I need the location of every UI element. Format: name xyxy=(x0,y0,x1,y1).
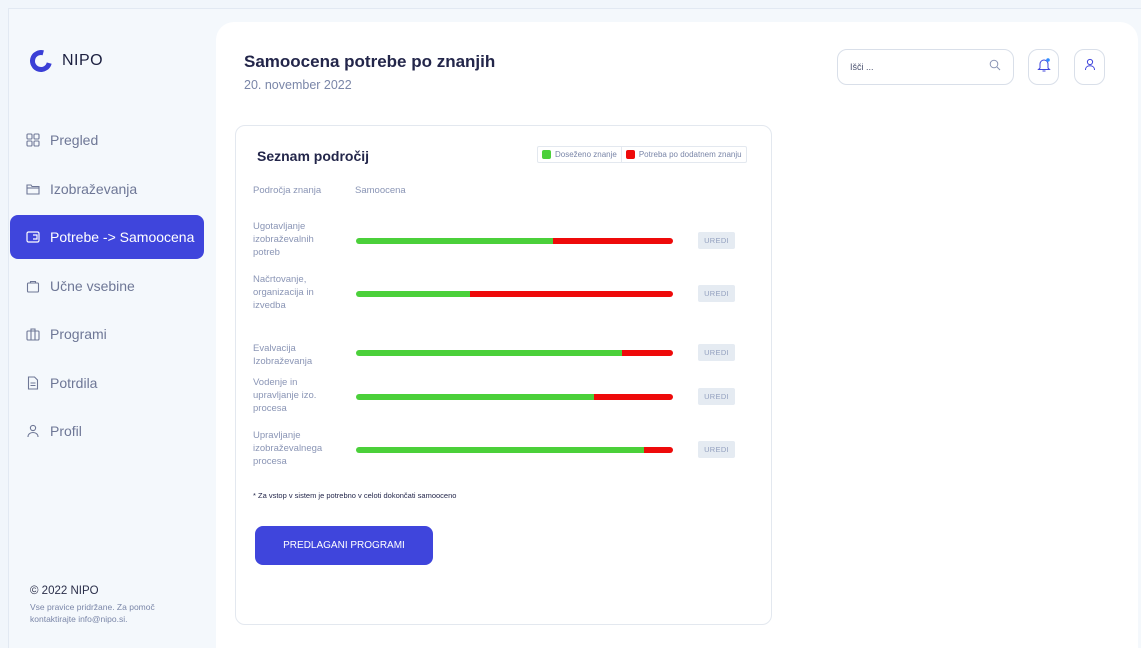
sidebar-item-label: Programi xyxy=(50,326,107,342)
sidebar-footer: © 2022 NIPO Vse pravice pridržane. Za po… xyxy=(30,585,210,625)
bar-needed-segment xyxy=(593,394,673,400)
area-label-line: izobraževalnega xyxy=(253,443,323,454)
bar-needed-segment xyxy=(470,291,673,297)
page-title: Samoocena potrebe po znanjih xyxy=(244,52,496,71)
bar-needed-segment xyxy=(644,447,673,453)
area-label-line: procesa xyxy=(253,456,287,467)
user-icon xyxy=(26,424,40,438)
area-label: Evalvacija Izobraževanja xyxy=(253,342,343,368)
sidebar-item-label: Pregled xyxy=(50,132,99,148)
document-icon xyxy=(26,375,40,390)
area-label-line: Evalvacija xyxy=(253,343,296,354)
bar-needed-segment xyxy=(622,350,673,356)
area-label-line: izvedba xyxy=(253,300,286,311)
sidebar-item-programi[interactable]: Programi xyxy=(10,312,204,356)
search-icon[interactable] xyxy=(989,58,1001,76)
edit-button[interactable]: UREDI xyxy=(698,285,735,302)
bell-icon xyxy=(1036,57,1051,78)
edit-button[interactable]: UREDI xyxy=(698,441,735,458)
sidebar-item-ucne-vsebine[interactable]: Učne vsebine xyxy=(10,264,204,308)
user-icon xyxy=(1084,58,1096,76)
sidebar-item-label: Potrdila xyxy=(50,374,98,391)
legend-swatch-achieved xyxy=(542,150,551,159)
card-title: Seznam področij xyxy=(257,148,370,164)
bar-achieved-segment xyxy=(356,350,623,356)
rights-line-2: kontaktirajte info@nipo.si. xyxy=(30,614,128,624)
briefcase-icon xyxy=(26,327,40,341)
suggested-programs-button[interactable]: PREDLAGANI PROGRAMI xyxy=(255,526,433,565)
notifications-button[interactable] xyxy=(1028,49,1059,85)
edit-button[interactable]: UREDI xyxy=(698,344,735,361)
area-row: Vodenje in upravljanje izo. procesa UREDI xyxy=(236,376,771,428)
area-label-line: Načrtovanje, xyxy=(253,274,307,285)
search-placeholder: Išči ... xyxy=(850,62,874,72)
area-label-line: Ugotavljanje xyxy=(253,221,306,232)
legend-swatch-needed xyxy=(625,150,635,159)
bar-needed-segment xyxy=(552,238,673,244)
column-header-area: Področja znanja xyxy=(253,185,322,196)
sidebar-item-label: Učne vsebine xyxy=(50,277,135,294)
area-label-line: potreb xyxy=(253,247,280,258)
bag-icon xyxy=(26,279,40,293)
copyright: © 2022 NIPO xyxy=(30,585,99,597)
edit-button[interactable]: UREDI xyxy=(698,388,735,405)
page-date: 20. november 2022 xyxy=(244,78,352,92)
area-label-line: procesa xyxy=(253,403,287,414)
edit-button[interactable]: UREDI xyxy=(698,232,735,249)
self-assessment-bar xyxy=(356,394,673,400)
sidebar-item-potrebe-samoocena[interactable]: Potrebe -> Samoocena xyxy=(10,215,204,259)
self-assessment-bar xyxy=(356,350,673,356)
legend-achieved: Doseženo znanje xyxy=(538,147,621,162)
legend-label: Potreba po dodatnem znanju xyxy=(638,150,742,159)
rights-line-1: Vse pravice pridržane. Za pomoč xyxy=(30,602,155,612)
legend-label: Doseženo znanje xyxy=(555,150,617,159)
self-assessment-bar xyxy=(356,447,673,453)
area-label-line: Vodenje in xyxy=(253,377,298,388)
grid-icon xyxy=(26,133,40,147)
area-row: Ugotavljanje izobraževalnih potreb UREDI xyxy=(236,220,771,272)
area-label: Upravljanje izobraževalnega procesa xyxy=(253,429,343,468)
chart-legend: Doseženo znanje Potreba po dodatnem znan… xyxy=(537,146,747,163)
area-label-line: upravljanje izo. xyxy=(253,390,317,401)
self-assessment-bar xyxy=(356,291,673,297)
area-label: Vodenje in upravljanje izo. procesa xyxy=(253,376,343,415)
area-row: Načrtovanje, organizacija in izvedba UREDI xyxy=(236,273,771,325)
search-input[interactable]: Išči ... xyxy=(837,49,1014,85)
folder-icon xyxy=(26,182,40,196)
main-panel: Samoocena potrebe po znanjih 20. novembe… xyxy=(216,22,1138,648)
bar-achieved-segment xyxy=(356,447,645,453)
area-label-line: izobraževalnih xyxy=(253,234,314,245)
sidebar-item-label: Potrebe -> Samoocena xyxy=(50,229,195,245)
sidebar-item-profil[interactable]: Profil xyxy=(10,409,204,453)
sidebar-item-izobrazevanja[interactable]: Izobraževanja xyxy=(10,167,204,211)
legend-needed: Potreba po dodatnem znanju xyxy=(620,147,746,162)
area-label-line: Izobraževanja xyxy=(253,356,313,367)
sidebar-item-label: Profil xyxy=(50,423,82,439)
bar-achieved-segment xyxy=(356,291,471,297)
area-label-line: organizacija in xyxy=(253,287,314,298)
area-label: Ugotavljanje izobraževalnih potreb xyxy=(253,220,343,259)
logo-text: NIPO xyxy=(62,52,104,69)
sidebar-item-pregled[interactable]: Pregled xyxy=(10,118,204,162)
completion-note: * Za vstop v sistem je potrebno v celoti… xyxy=(253,491,457,500)
bar-achieved-segment xyxy=(356,394,594,400)
self-assessment-bar xyxy=(356,238,673,244)
sidebar-nav: Pregled Izobraževanja Potrebe -> Samooce… xyxy=(10,118,204,458)
logo[interactable]: NIPO xyxy=(25,45,104,77)
sidebar-item-potrdila[interactable]: Potrdila xyxy=(10,361,204,405)
areas-card: Seznam področij Doseženo znanje Potreba … xyxy=(235,125,772,625)
sidebar-item-label: Izobraževanja xyxy=(50,180,138,197)
card-icon xyxy=(26,230,40,244)
bar-achieved-segment xyxy=(356,238,553,244)
user-menu-button[interactable] xyxy=(1074,49,1105,85)
area-label-line: Upravljanje xyxy=(253,430,301,441)
area-row: Upravljanje izobraževalnega procesa UREDI xyxy=(236,429,771,481)
area-label: Načrtovanje, organizacija in izvedba xyxy=(253,273,343,312)
nipo-logo-icon xyxy=(25,45,57,77)
column-header-self: Samoocena xyxy=(355,185,406,196)
